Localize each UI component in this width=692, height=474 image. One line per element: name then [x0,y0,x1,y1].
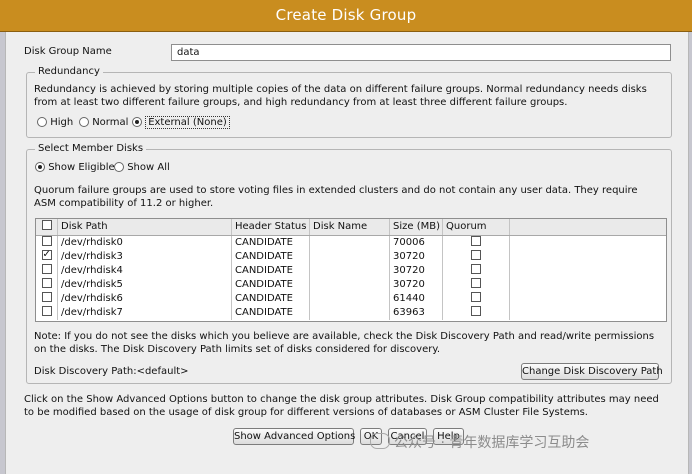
disk-name-cell [310,236,390,250]
disk-path-cell: /dev/rhdisk3 [58,250,232,264]
watermark: 公众号 · 青年数据库学习互助会 [370,432,589,452]
quorum-checkbox[interactable] [471,278,481,288]
redundancy-high-label: High [50,117,74,128]
advanced-options-note: Click on the Show Advanced Options butto… [24,394,659,418]
create-disk-group-dialog: Disk Group Name data Redundancy Redundan… [5,32,689,474]
redundancy-group: Redundancy Redundancy is achieved by sto… [26,66,672,138]
redundancy-legend: Redundancy [35,66,103,77]
row-select-checkbox[interactable] [41,278,52,288]
disk-group-name-label: Disk Group Name [24,46,112,57]
header-status-cell: CANDIDATE [232,250,310,264]
size-cell: 30720 [390,278,443,292]
row-select-checkbox[interactable] [41,292,52,302]
table-row[interactable]: /dev/rhdisk0 CANDIDATE 70006 [36,236,510,250]
disk-table-header: Disk Path Header Status Disk Name Size (… [36,219,666,236]
quorum-checkbox[interactable] [471,306,481,316]
disk-name-cell [310,250,390,264]
table-row[interactable]: /dev/rhdisk7 CANDIDATE 63963 [36,306,510,320]
redundancy-description: Redundancy is achieved by storing multip… [34,84,647,108]
header-status-cell: CANDIDATE [232,278,310,292]
header-status-cell: CANDIDATE [232,236,310,250]
column-header-size[interactable]: Size (MB) [390,219,443,235]
column-header-disk-name[interactable]: Disk Name [310,219,390,235]
redundancy-high-radio[interactable] [37,117,47,127]
show-eligible-radio[interactable] [35,162,45,172]
size-cell: 30720 [390,250,443,264]
column-header-header-status[interactable]: Header Status [232,219,310,235]
disk-table: Disk Path Header Status Disk Name Size (… [35,218,667,322]
disk-path-cell: /dev/rhdisk6 [58,292,232,306]
disk-path-cell: /dev/rhdisk7 [58,306,232,320]
redundancy-normal-radio[interactable] [79,117,89,127]
size-cell: 63963 [390,306,443,320]
select-all-checkbox[interactable] [41,220,52,230]
column-header-quorum[interactable]: Quorum [443,219,510,235]
select-all-cell[interactable] [36,219,58,235]
redundancy-high-option[interactable]: High [37,117,73,128]
discovery-path-label: Disk Discovery Path:<default> [34,366,189,377]
disk-name-cell [310,278,390,292]
show-all-label: Show All [127,162,170,173]
disk-path-cell: /dev/rhdisk5 [58,278,232,292]
show-eligible-label: Show Eligible [48,162,115,173]
show-advanced-options-button[interactable]: Show Advanced Options [233,428,355,445]
quorum-checkbox[interactable] [471,264,481,274]
quorum-checkbox[interactable] [471,250,481,260]
redundancy-normal-label: Normal [92,117,129,128]
disk-name-cell [310,264,390,278]
disk-name-cell [310,292,390,306]
table-row[interactable]: /dev/rhdisk6 CANDIDATE 61440 [36,292,510,306]
member-disks-legend: Select Member Disks [35,143,147,154]
show-eligible-option[interactable]: Show Eligible [35,162,115,173]
disk-group-name-input[interactable]: data [171,44,671,61]
header-status-cell: CANDIDATE [232,292,310,306]
table-row[interactable]: /dev/rhdisk3 CANDIDATE 30720 [36,250,510,264]
wechat-icon [370,433,390,449]
column-header-disk-path[interactable]: Disk Path [58,219,232,235]
size-cell: 61440 [390,292,443,306]
disk-path-cell: /dev/rhdisk4 [58,264,232,278]
disk-path-cell: /dev/rhdisk0 [58,236,232,250]
header-status-cell: CANDIDATE [232,306,310,320]
watermark-text: 公众号 · 青年数据库学习互助会 [394,435,590,451]
redundancy-external-option[interactable]: External (None) [132,116,230,129]
change-discovery-path-button[interactable]: Change Disk Discovery Path [521,363,663,380]
show-all-radio[interactable] [114,162,124,172]
quorum-checkbox[interactable] [471,236,481,246]
quorum-checkbox[interactable] [471,292,481,302]
show-all-option[interactable]: Show All [114,162,170,173]
disk-name-cell [310,306,390,320]
row-select-checkbox[interactable] [41,306,52,316]
size-cell: 70006 [390,236,443,250]
quorum-note: Quorum failure groups are used to store … [34,185,638,209]
row-select-checkbox[interactable] [41,236,52,246]
redundancy-external-radio[interactable] [132,117,142,127]
title-bar: Create Disk Group [0,0,692,32]
table-row[interactable]: /dev/rhdisk4 CANDIDATE 30720 [36,264,510,278]
window-title: Create Disk Group [275,6,417,24]
header-status-cell: CANDIDATE [232,264,310,278]
row-select-checkbox[interactable] [41,264,52,274]
size-cell: 30720 [390,264,443,278]
row-select-checkbox[interactable] [41,250,52,262]
redundancy-external-label: External (None) [145,116,230,129]
redundancy-normal-option[interactable]: Normal [79,117,128,128]
member-disks-group: Select Member Disks Show Eligible Show A… [26,143,672,384]
table-row[interactable]: /dev/rhdisk5 CANDIDATE 30720 [36,278,510,292]
discovery-note: Note: If you do not see the disks which … [34,331,655,355]
